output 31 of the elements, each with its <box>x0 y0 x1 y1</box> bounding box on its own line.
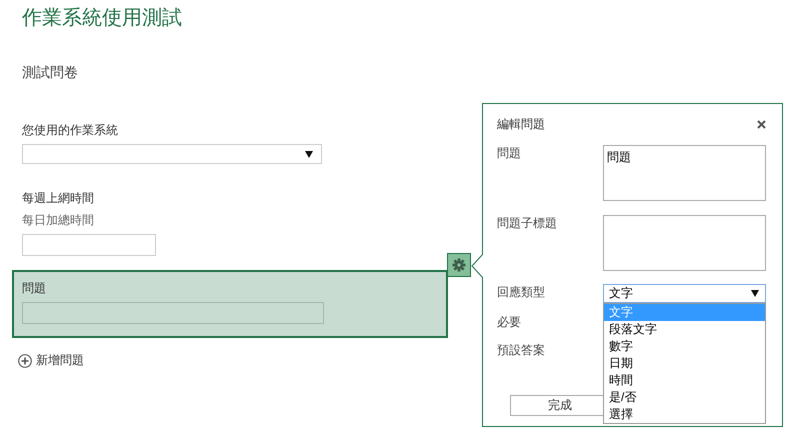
field-label: 回應類型 <box>497 284 546 301</box>
dropdown-option[interactable]: 段落文字 <box>604 321 765 338</box>
question-label: 每週上網時間 <box>22 190 95 206</box>
dropdown-option[interactable]: 數字 <box>604 338 765 355</box>
field-label: 問題子標題 <box>497 215 558 232</box>
text-area[interactable]: 問題 <box>603 145 766 201</box>
field-label: 預設答案 <box>497 342 546 358</box>
dropdown-field[interactable] <box>22 144 322 164</box>
panel-title: 編輯問題 <box>497 116 545 133</box>
settings-button[interactable] <box>447 253 471 277</box>
survey-title: 作業系統使用測試 <box>21 6 183 31</box>
dropdown-arrow-icon <box>305 150 313 158</box>
field-label: 必要 <box>497 314 522 330</box>
selected-question-card[interactable]: 問題 <box>12 270 448 338</box>
answer-field[interactable] <box>22 302 324 324</box>
question-subtitle: 每日加總時間 <box>22 212 95 228</box>
field-label: 問題 <box>497 145 522 162</box>
text-area[interactable] <box>603 215 766 271</box>
dropdown-arrow-icon <box>751 290 759 297</box>
question-label: 您使用的作業系統 <box>22 122 119 138</box>
response-type-select[interactable]: 文字 <box>603 284 766 303</box>
text-area-value: 問題 <box>607 150 631 164</box>
question-label: 問題 <box>22 280 47 296</box>
answer-field[interactable] <box>22 234 156 256</box>
dropdown-option[interactable]: 日期 <box>604 355 765 372</box>
add-question-link[interactable]: 新增問題 <box>36 352 84 369</box>
form-title: 測試問卷 <box>21 63 79 82</box>
settings-icon <box>452 258 466 272</box>
add-icon[interactable] <box>18 354 32 368</box>
dropdown-option[interactable]: 時間 <box>604 372 765 389</box>
close-icon[interactable] <box>757 120 766 129</box>
